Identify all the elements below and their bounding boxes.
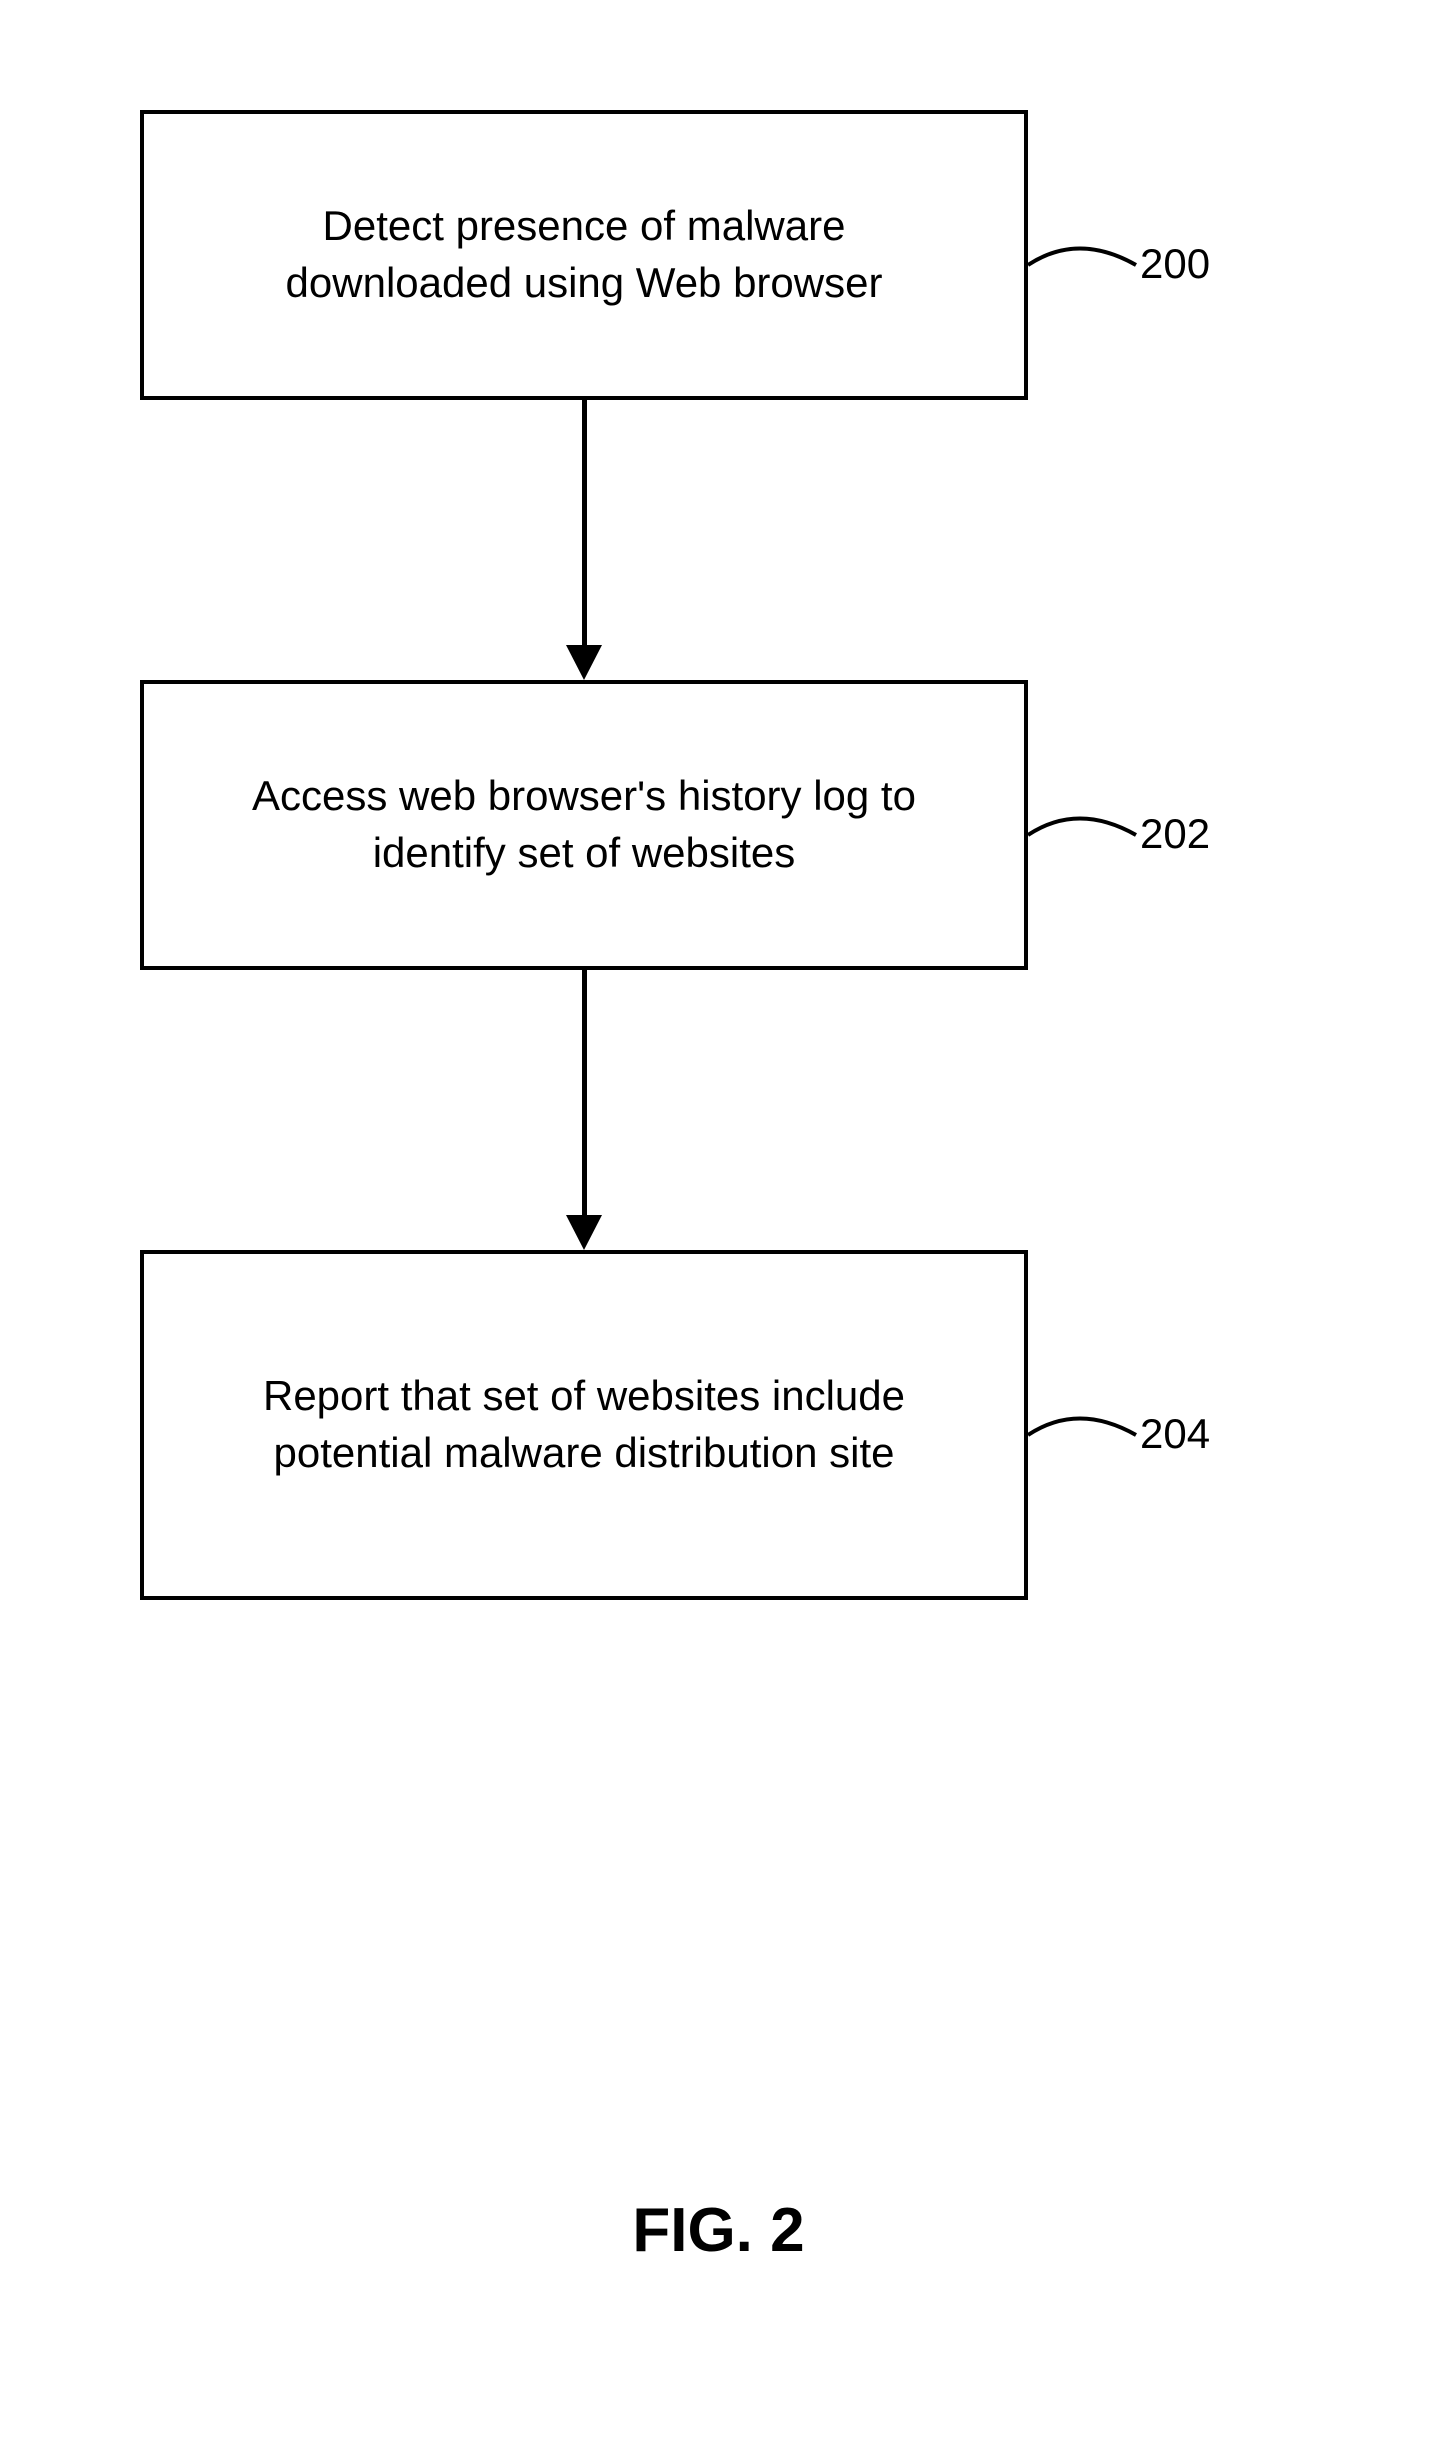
figure-title: FIG. 2 bbox=[0, 2195, 1437, 2266]
ref-number-3: 204 bbox=[1140, 1410, 1210, 1458]
ref-number-1: 200 bbox=[1140, 240, 1210, 288]
flow-box-detect: Detect presence of malware downloaded us… bbox=[140, 110, 1028, 400]
flow-box-report: Report that set of websites include pote… bbox=[140, 1250, 1028, 1600]
arrow-line bbox=[582, 970, 587, 1220]
tick-connector-1 bbox=[1028, 230, 1143, 300]
arrow-head bbox=[566, 1215, 602, 1250]
arrow-1-to-2 bbox=[574, 400, 594, 680]
flow-box-text: Detect presence of malware downloaded us… bbox=[204, 198, 964, 311]
ref-number-2: 202 bbox=[1140, 810, 1210, 858]
tick-connector-2 bbox=[1028, 800, 1143, 870]
flow-box-access: Access web browser's history log to iden… bbox=[140, 680, 1028, 970]
tick-connector-3 bbox=[1028, 1400, 1143, 1470]
arrow-head bbox=[566, 645, 602, 680]
flow-box-text: Access web browser's history log to iden… bbox=[204, 768, 964, 881]
arrow-2-to-3 bbox=[574, 970, 594, 1250]
flow-box-text: Report that set of websites include pote… bbox=[204, 1368, 964, 1481]
arrow-line bbox=[582, 400, 587, 650]
